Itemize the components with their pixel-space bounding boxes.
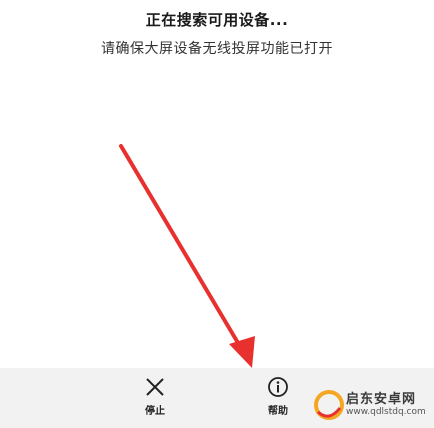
status-title: 正在搜索可用设备... (145, 11, 289, 29)
watermark: 启东安卓网 www.qdlstdq.com (310, 384, 434, 428)
stop-button[interactable]: 停止 (125, 376, 185, 417)
watermark-text: 启东安卓网 (346, 392, 417, 407)
help-button[interactable]: 帮助 (248, 376, 308, 417)
stop-label: 停止 (145, 406, 165, 417)
status-subtitle: 请确保大屏设备无线投屏功能已打开 (101, 41, 333, 57)
info-icon (268, 377, 288, 397)
close-icon (146, 378, 164, 396)
help-label: 帮助 (268, 406, 288, 417)
watermark-url: www.qdlstdq.com (346, 407, 426, 417)
watermark-logo-icon (314, 390, 344, 420)
annotation-arrow (119, 144, 255, 368)
